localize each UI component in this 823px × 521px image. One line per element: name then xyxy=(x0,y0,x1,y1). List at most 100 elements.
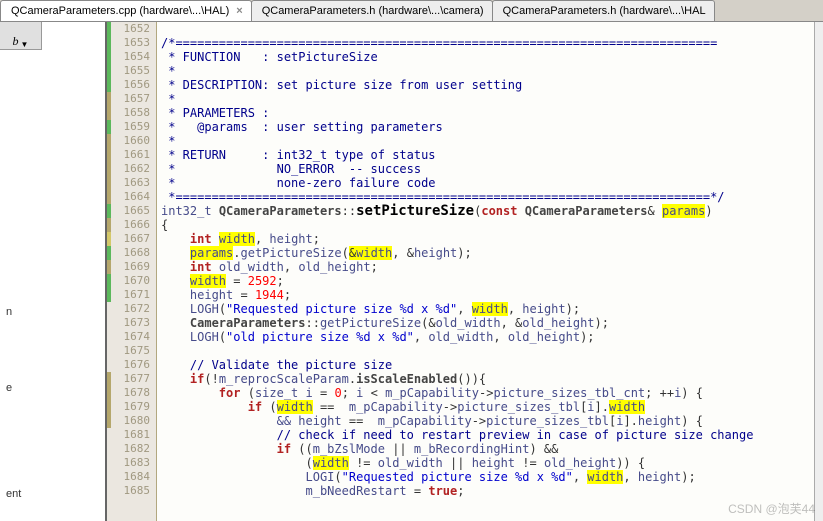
side-label: ent xyxy=(6,488,21,500)
change-marker xyxy=(107,176,111,190)
code-line[interactable]: * @params : user setting parameters xyxy=(161,120,814,134)
code-line[interactable]: width = 2592; xyxy=(161,274,814,288)
code-line[interactable]: *=======================================… xyxy=(161,190,814,204)
code-line[interactable]: * xyxy=(161,92,814,106)
line-number: 1663 xyxy=(107,176,156,190)
code-line[interactable]: params.getPictureSize(&width, &height); xyxy=(161,246,814,260)
code-line[interactable]: int32_t QCameraParameters::setPictureSiz… xyxy=(161,204,814,218)
change-marker xyxy=(107,22,111,36)
line-number: 1682 xyxy=(107,442,156,456)
line-number: 1665 xyxy=(107,204,156,218)
line-number: 1684 xyxy=(107,470,156,484)
code-line[interactable]: * FUNCTION : setPictureSize xyxy=(161,50,814,64)
line-number: 1653 xyxy=(107,36,156,50)
line-number: 1683 xyxy=(107,456,156,470)
code-line[interactable]: * RETURN : int32_t type of status xyxy=(161,148,814,162)
code-line[interactable]: LOGI("Requested picture size %d x %d", w… xyxy=(161,470,814,484)
change-marker xyxy=(107,372,111,386)
change-marker xyxy=(107,134,111,148)
file-tab[interactable]: QCameraParameters.cpp (hardware\...\HAL)… xyxy=(0,0,252,21)
code-line[interactable]: m_bNeedRestart = true; xyxy=(161,484,814,498)
line-number: 1657 xyxy=(107,92,156,106)
watermark: CSDN @泡芙44 xyxy=(728,500,815,517)
change-marker xyxy=(107,400,111,414)
change-marker xyxy=(107,36,111,50)
tab-bar: QCameraParameters.cpp (hardware\...\HAL)… xyxy=(0,0,823,22)
file-tab[interactable]: QCameraParameters.h (hardware\...\HAL xyxy=(492,0,715,21)
line-number: 1660 xyxy=(107,134,156,148)
code-line[interactable]: * NO_ERROR -- success xyxy=(161,162,814,176)
line-number: 1675 xyxy=(107,344,156,358)
code-line[interactable] xyxy=(161,22,814,36)
code-line[interactable]: LOGH("Requested picture size %d x %d", w… xyxy=(161,302,814,316)
line-number: 1661 xyxy=(107,148,156,162)
side-label: n xyxy=(6,306,12,318)
side-panel: b n e ent xyxy=(0,22,107,521)
code-line[interactable] xyxy=(161,344,814,358)
tab-label: QCameraParameters.h (hardware\...\camera… xyxy=(262,5,484,17)
change-marker xyxy=(107,190,111,204)
code-line[interactable]: * xyxy=(161,64,814,78)
code-line[interactable]: if (width == m_pCapability->picture_size… xyxy=(161,400,814,414)
code-line[interactable]: (width != old_width || height != old_hei… xyxy=(161,456,814,470)
side-stub[interactable]: b xyxy=(0,22,42,50)
change-marker xyxy=(107,120,111,134)
code-line[interactable]: height = 1944; xyxy=(161,288,814,302)
line-number: 1672 xyxy=(107,302,156,316)
code-line[interactable]: /*======================================… xyxy=(161,36,814,50)
line-number: 1680 xyxy=(107,414,156,428)
code-line[interactable]: if(!m_reprocScaleParam.isScaleEnabled())… xyxy=(161,372,814,386)
line-number: 1673 xyxy=(107,316,156,330)
code-line[interactable]: * xyxy=(161,134,814,148)
code-line[interactable]: * DESCRIPTION: set picture size from use… xyxy=(161,78,814,92)
close-icon[interactable]: × xyxy=(236,5,242,17)
change-marker xyxy=(107,64,111,78)
line-number: 1654 xyxy=(107,50,156,64)
editor-main: b n e ent 16521653165416551656165716581659… xyxy=(0,22,823,521)
line-gutter: 1652165316541655165616571658165916601661… xyxy=(107,22,157,521)
change-marker xyxy=(107,260,111,274)
line-number: 1669 xyxy=(107,260,156,274)
change-marker xyxy=(107,246,111,260)
code-line[interactable]: // Validate the picture size xyxy=(161,358,814,372)
code-line[interactable]: // check if need to restart preview in c… xyxy=(161,428,814,442)
tab-label: QCameraParameters.cpp (hardware\...\HAL) xyxy=(11,5,229,17)
line-number: 1677 xyxy=(107,372,156,386)
change-marker xyxy=(107,204,111,218)
line-number: 1658 xyxy=(107,106,156,120)
code-line[interactable]: * none-zero failure code xyxy=(161,176,814,190)
line-number: 1678 xyxy=(107,386,156,400)
change-marker xyxy=(107,92,111,106)
line-number: 1676 xyxy=(107,358,156,372)
code-line[interactable]: for (size_t i = 0; i < m_pCapability->pi… xyxy=(161,386,814,400)
line-number: 1670 xyxy=(107,274,156,288)
line-number: 1679 xyxy=(107,400,156,414)
change-marker xyxy=(107,414,111,428)
file-tab[interactable]: QCameraParameters.h (hardware\...\camera… xyxy=(251,0,493,21)
line-number: 1674 xyxy=(107,330,156,344)
code-line[interactable]: * PARAMETERS : xyxy=(161,106,814,120)
line-number: 1685 xyxy=(107,484,156,498)
code-line[interactable]: LOGH("old picture size %d x %d", old_wid… xyxy=(161,330,814,344)
change-marker xyxy=(107,162,111,176)
vertical-scrollbar[interactable] xyxy=(814,22,823,521)
line-number: 1681 xyxy=(107,428,156,442)
code-line[interactable]: && height == m_pCapability->picture_size… xyxy=(161,414,814,428)
change-marker xyxy=(107,148,111,162)
line-number: 1656 xyxy=(107,78,156,92)
line-number: 1666 xyxy=(107,218,156,232)
side-label: e xyxy=(6,382,12,394)
line-number: 1667 xyxy=(107,232,156,246)
change-marker xyxy=(107,106,111,120)
code-line[interactable]: int old_width, old_height; xyxy=(161,260,814,274)
line-number: 1668 xyxy=(107,246,156,260)
change-marker xyxy=(107,78,111,92)
line-number: 1662 xyxy=(107,162,156,176)
code-line[interactable]: { xyxy=(161,218,814,232)
change-marker xyxy=(107,50,111,64)
code-line[interactable]: CameraParameters::getPictureSize(&old_wi… xyxy=(161,316,814,330)
code-area[interactable]: /*======================================… xyxy=(157,22,814,521)
code-line[interactable]: if ((m_bZslMode || m_bRecordingHint) && xyxy=(161,442,814,456)
line-number: 1664 xyxy=(107,190,156,204)
code-line[interactable]: int width, height; xyxy=(161,232,814,246)
